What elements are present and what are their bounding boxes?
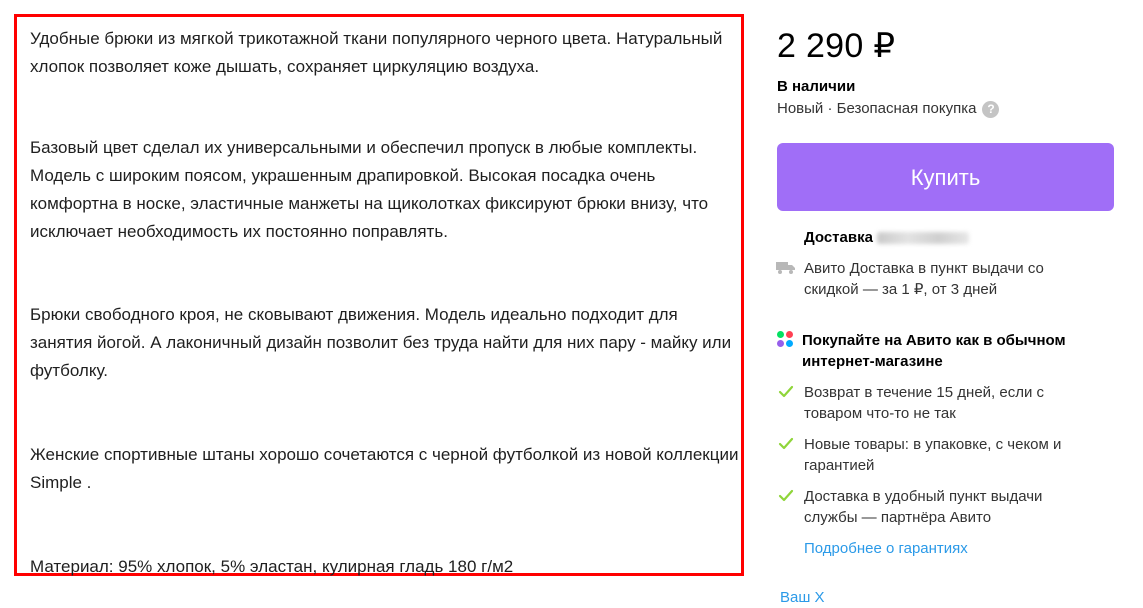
check-icon: [778, 489, 794, 502]
condition-line: Новый · Безопасная покупка ?: [777, 99, 1000, 119]
price: 2 290 ₽: [777, 27, 896, 65]
help-icon[interactable]: ?: [982, 100, 1000, 118]
description-paragraph: Базовый цвет сделал их универсальными и …: [30, 138, 709, 241]
avito-dots-icon: [777, 331, 795, 349]
availability-status: В наличии: [777, 78, 856, 95]
guarantees-more-link[interactable]: Подробнее о гарантиях: [804, 539, 968, 559]
condition-text: Новый · Безопасная покупка: [777, 100, 977, 117]
delivery-title-text: Доставка: [804, 229, 873, 246]
description-highlight-box: Удобные брюки из мягкой трикотажной ткан…: [14, 14, 744, 576]
check-icon: [778, 385, 794, 398]
truck-icon: [776, 262, 795, 274]
delivery-title: Доставка: [804, 228, 969, 248]
delivery-description: Авито Доставка в пункт выдачи со скидкой…: [804, 260, 1044, 298]
guarantee-item: Доставка в удобный пункт выдачи службы —…: [804, 488, 1043, 526]
blurred-city: [876, 232, 969, 245]
guarantee-title: Покупайте на Авито как в обычном интерне…: [802, 332, 1066, 370]
description-paragraph: Женские спортивные штаны хорошо сочетают…: [30, 445, 739, 492]
guarantee-item: Возврат в течение 15 дней, если с товаро…: [804, 384, 1045, 422]
check-icon: [778, 437, 794, 450]
description-paragraph: Материал: 95% хлопок, 5% эластан, кулирн…: [30, 557, 514, 576]
cut-off-link[interactable]: Ваш Х: [780, 588, 825, 608]
description-paragraph: Удобные брюки из мягкой трикотажной ткан…: [30, 29, 723, 76]
guarantee-item: Новые товары: в упаковке, с чеком и гара…: [804, 436, 1062, 474]
description-paragraph: Брюки свободного кроя, не сковывают движ…: [30, 305, 732, 380]
buy-button[interactable]: Купить: [777, 143, 1114, 211]
